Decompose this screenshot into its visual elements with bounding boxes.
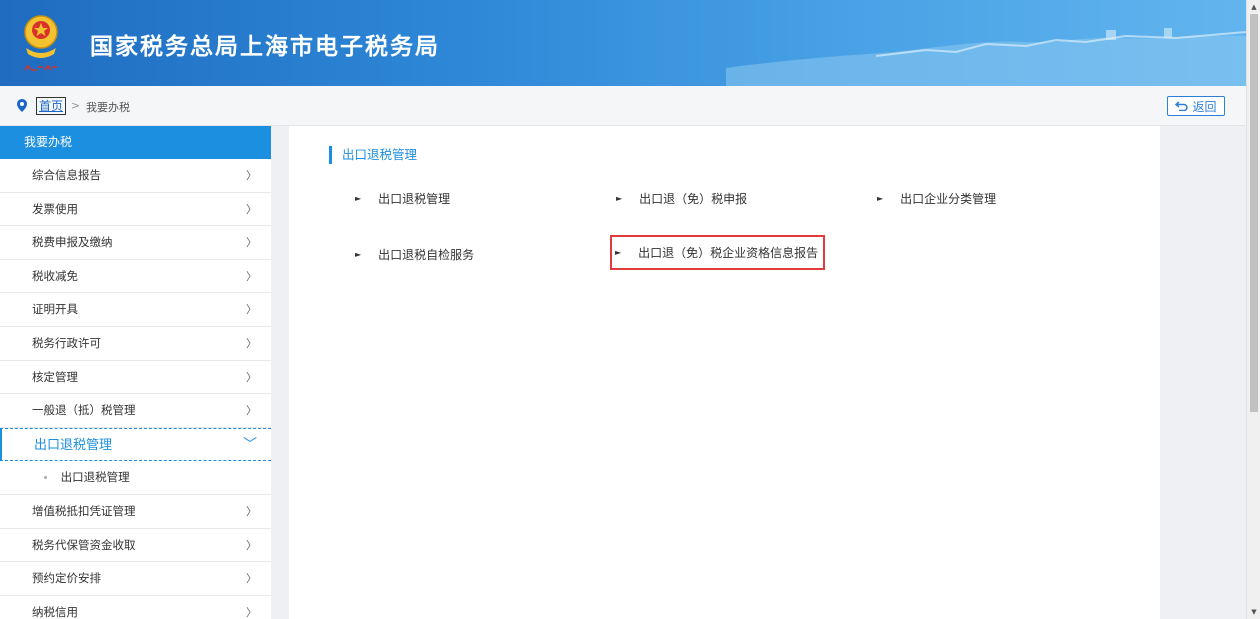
chevron-right-icon: 〉 — [246, 269, 257, 283]
link-label: 出口退（免）税企业资格信息报告 — [638, 246, 819, 260]
sidebar-item-comprehensive-info-report[interactable]: 综合信息报告 〉 — [0, 159, 271, 193]
chevron-right-icon: 〉 — [246, 538, 257, 552]
site-header: 国家税务总局上海市电子税务局 — [0, 0, 1246, 86]
sidebar-item-label: 税务行政许可 — [32, 335, 101, 350]
chevron-right-icon: 〉 — [246, 605, 257, 619]
link-label: 出口退税自检服务 — [378, 247, 475, 262]
sidebar-item-advance-pricing[interactable]: 预约定价安排 〉 — [0, 562, 271, 596]
breadcrumb-separator: > — [71, 99, 81, 112]
link-label: 出口退（免）税申报 — [639, 191, 748, 206]
chevron-right-icon: 〉 — [246, 572, 257, 586]
scrollbar-thumb[interactable] — [1250, 14, 1258, 412]
sidebar-title: 我要办税 — [0, 126, 271, 159]
sidebar-item-label: 一般退（抵）税管理 — [32, 403, 136, 418]
chevron-right-icon: 〉 — [246, 336, 257, 350]
sidebar-item-tax-credit[interactable]: 纳税信用 〉 — [0, 596, 271, 619]
triangle-right-icon: ► — [877, 193, 884, 203]
chevron-right-icon: 〉 — [246, 169, 257, 182]
bullet-dot-icon — [44, 476, 47, 480]
sidebar-item-label: 增值税抵扣凭证管理 — [32, 503, 136, 518]
triangle-right-icon: ► — [615, 248, 622, 257]
triangle-right-icon: ► — [355, 193, 362, 203]
sidebar-item-label: 综合信息报告 — [32, 168, 101, 182]
sidebar-item-export-refund-active[interactable]: 出口退税管理 ﹀ — [0, 427, 271, 462]
chevron-right-icon: 〉 — [246, 236, 257, 250]
chevron-down-icon: ﹀ — [243, 436, 257, 453]
breadcrumb: 首页 > 我要办税 — [0, 86, 1246, 126]
chevron-right-icon: 〉 — [246, 303, 257, 317]
sidebar-item-tax-reduction[interactable]: 税收减免 〉 — [0, 260, 271, 294]
sidebar-item-label: 证明开具 — [32, 302, 78, 317]
link-label: 出口退税管理 — [378, 191, 451, 206]
section-title: 出口退税管理 — [329, 146, 417, 164]
chevron-right-icon: 〉 — [246, 202, 257, 216]
sidebar-menu: 我要办税 综合信息报告 〉 发票使用 〉 税费申报及缴纳 〉 税收减免 〉 证明… — [0, 126, 271, 619]
sidebar-item-label: 发票使用 — [32, 201, 78, 216]
back-button-label: 返回 — [1192, 99, 1217, 114]
sidebar-item-assessment-management[interactable]: 核定管理 〉 — [0, 361, 271, 395]
chevron-right-icon: 〉 — [246, 370, 257, 384]
sidebar-item-label: 税费申报及缴纳 — [32, 235, 113, 250]
sidebar-item-label: 税务代保管资金收取 — [32, 537, 136, 552]
link-export-refund-self-check[interactable]: ► 出口退税自检服务 — [355, 242, 474, 266]
sidebar-item-label: 税收减免 — [32, 268, 78, 283]
breadcrumb-home-link[interactable]: 首页 — [36, 97, 67, 115]
sidebar-item-administrative-license[interactable]: 税务行政许可 〉 — [0, 327, 271, 361]
site-title: 国家税务总局上海市电子税务局 — [90, 34, 440, 60]
triangle-right-icon: ► — [355, 249, 362, 259]
sidebar-item-general-refund[interactable]: 一般退（抵）税管理 〉 — [0, 394, 271, 428]
sidebar-item-invoice-use[interactable]: 发票使用 〉 — [0, 193, 271, 227]
sidebar-item-vat-deduction[interactable]: 增值税抵扣凭证管理 〉 — [0, 495, 271, 529]
return-icon — [1175, 101, 1189, 111]
back-button[interactable]: 返回 — [1167, 96, 1225, 116]
sidebar-item-tax-declaration-payment[interactable]: 税费申报及缴纳 〉 — [0, 226, 271, 260]
link-export-refund-qualification-report[interactable]: ► 出口退（免）税企业资格信息报告 — [610, 235, 826, 270]
location-pin-icon — [17, 99, 27, 112]
tax-emblem-icon — [24, 15, 58, 71]
sidebar-item-label: 纳税信用 — [32, 604, 78, 619]
triangle-right-icon: ► — [616, 193, 623, 203]
sidebar-item-label: 出口退税管理 — [34, 437, 113, 453]
scroll-down-arrow-icon[interactable]: ▼ — [1247, 605, 1260, 619]
sidebar-item-label: 预约定价安排 — [32, 571, 101, 586]
scroll-up-arrow-icon[interactable]: ▲ — [1247, 0, 1260, 14]
chevron-right-icon: 〉 — [246, 404, 257, 418]
main-content: 出口退税管理 ► 出口退税管理 ► 出口退（免）税申报 ► 出口企业分类管理 ►… — [289, 126, 1160, 619]
sidebar-subitem-export-refund[interactable]: 出口退税管理 — [0, 461, 271, 495]
vertical-scrollbar[interactable]: ▲ ▼ — [1246, 0, 1260, 619]
great-wall-decoration — [726, 28, 1246, 86]
link-label: 出口企业分类管理 — [900, 191, 997, 206]
sidebar-subitem-label: 出口退税管理 — [60, 470, 130, 485]
sidebar-item-label: 核定管理 — [32, 369, 78, 384]
link-export-refund-management[interactable]: ► 出口退税管理 — [355, 186, 450, 210]
breadcrumb-current: 我要办税 — [86, 101, 130, 114]
sidebar-item-custody-funds[interactable]: 税务代保管资金收取 〉 — [0, 529, 271, 563]
link-export-refund-declaration[interactable]: ► 出口退（免）税申报 — [616, 186, 747, 210]
link-export-enterprise-classification[interactable]: ► 出口企业分类管理 — [877, 186, 996, 210]
sidebar-item-certificate-issuance[interactable]: 证明开具 〉 — [0, 293, 271, 327]
chevron-right-icon: 〉 — [246, 504, 257, 518]
